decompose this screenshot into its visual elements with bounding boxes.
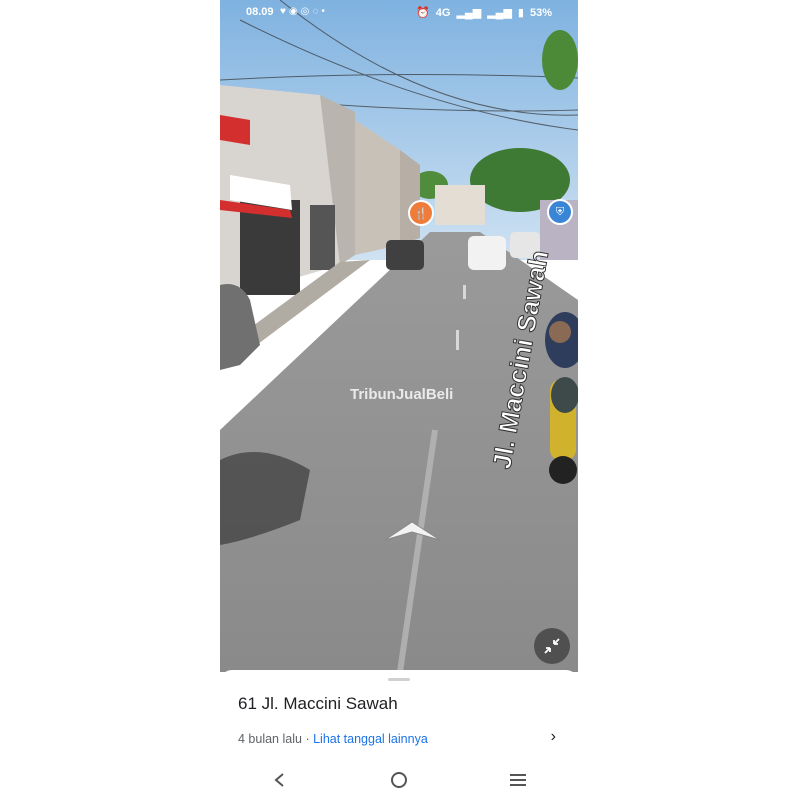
chat-icon: ◉ bbox=[288, 6, 301, 17]
home-icon bbox=[390, 772, 407, 788]
watermark-text: TribunJualBeli bbox=[350, 386, 454, 403]
shopping-pin[interactable]: ⛨ bbox=[547, 199, 573, 225]
recents-icon bbox=[510, 774, 527, 786]
sheet-drag-handle[interactable] bbox=[388, 678, 410, 681]
shopping-bag-icon: ⛨ bbox=[555, 205, 565, 218]
notification-icons: ♥◉◎◌• bbox=[280, 6, 328, 17]
status-bar: 08.09 ♥◉◎◌• ⏰ 4G ▂▄▆ ▂▄▆ ▮ 53% bbox=[220, 0, 578, 26]
alarm-icon: ⏰ bbox=[416, 7, 430, 19]
signal-icon-2: ▂▄▆ bbox=[487, 7, 512, 19]
battery-icon: ▮ bbox=[517, 7, 524, 19]
status-time: 08.09 bbox=[246, 6, 274, 18]
status-right-group: ⏰ 4G ▂▄▆ ▂▄▆ ▮ 53% bbox=[416, 6, 552, 20]
see-other-dates-link[interactable]: Lihat tanggal lainnya bbox=[313, 732, 428, 746]
minimize-icon bbox=[544, 638, 560, 654]
street-view-panorama[interactable]: Jl. Maccini Sawah bbox=[220, 0, 578, 672]
battery-percent: 53% bbox=[529, 6, 552, 19]
imagery-age: 4 bulan lalu bbox=[238, 732, 302, 746]
heart-icon: ♥ bbox=[280, 6, 289, 17]
phone-screen: Jl. Maccini Sawah 08.09 ♥◉◎◌• ⏰ 4G ▂▄▆ ▂… bbox=[220, 0, 578, 800]
restaurant-pin[interactable]: 🍴 bbox=[408, 200, 434, 226]
dot-icon: • bbox=[321, 6, 328, 17]
signal-icon: ▂▄▆ bbox=[456, 7, 482, 19]
fork-knife-icon: 🍴 bbox=[414, 207, 428, 220]
home-button[interactable] bbox=[379, 765, 419, 795]
minimize-button[interactable] bbox=[534, 628, 570, 664]
network-type: 4G bbox=[435, 6, 451, 19]
instagram-icon: ◎ bbox=[300, 6, 313, 17]
recents-button[interactable] bbox=[498, 765, 538, 795]
meta-separator: · bbox=[305, 732, 310, 746]
system-nav-bar bbox=[220, 760, 578, 800]
address-title: 61 Jl. Maccini Sawah bbox=[238, 694, 398, 713]
imagery-date-row: 4 bulan lalu · Lihat tanggal lainnya bbox=[238, 732, 558, 746]
back-button[interactable] bbox=[260, 765, 300, 795]
back-icon bbox=[274, 773, 284, 787]
chevron-right-icon[interactable]: › bbox=[551, 728, 556, 746]
